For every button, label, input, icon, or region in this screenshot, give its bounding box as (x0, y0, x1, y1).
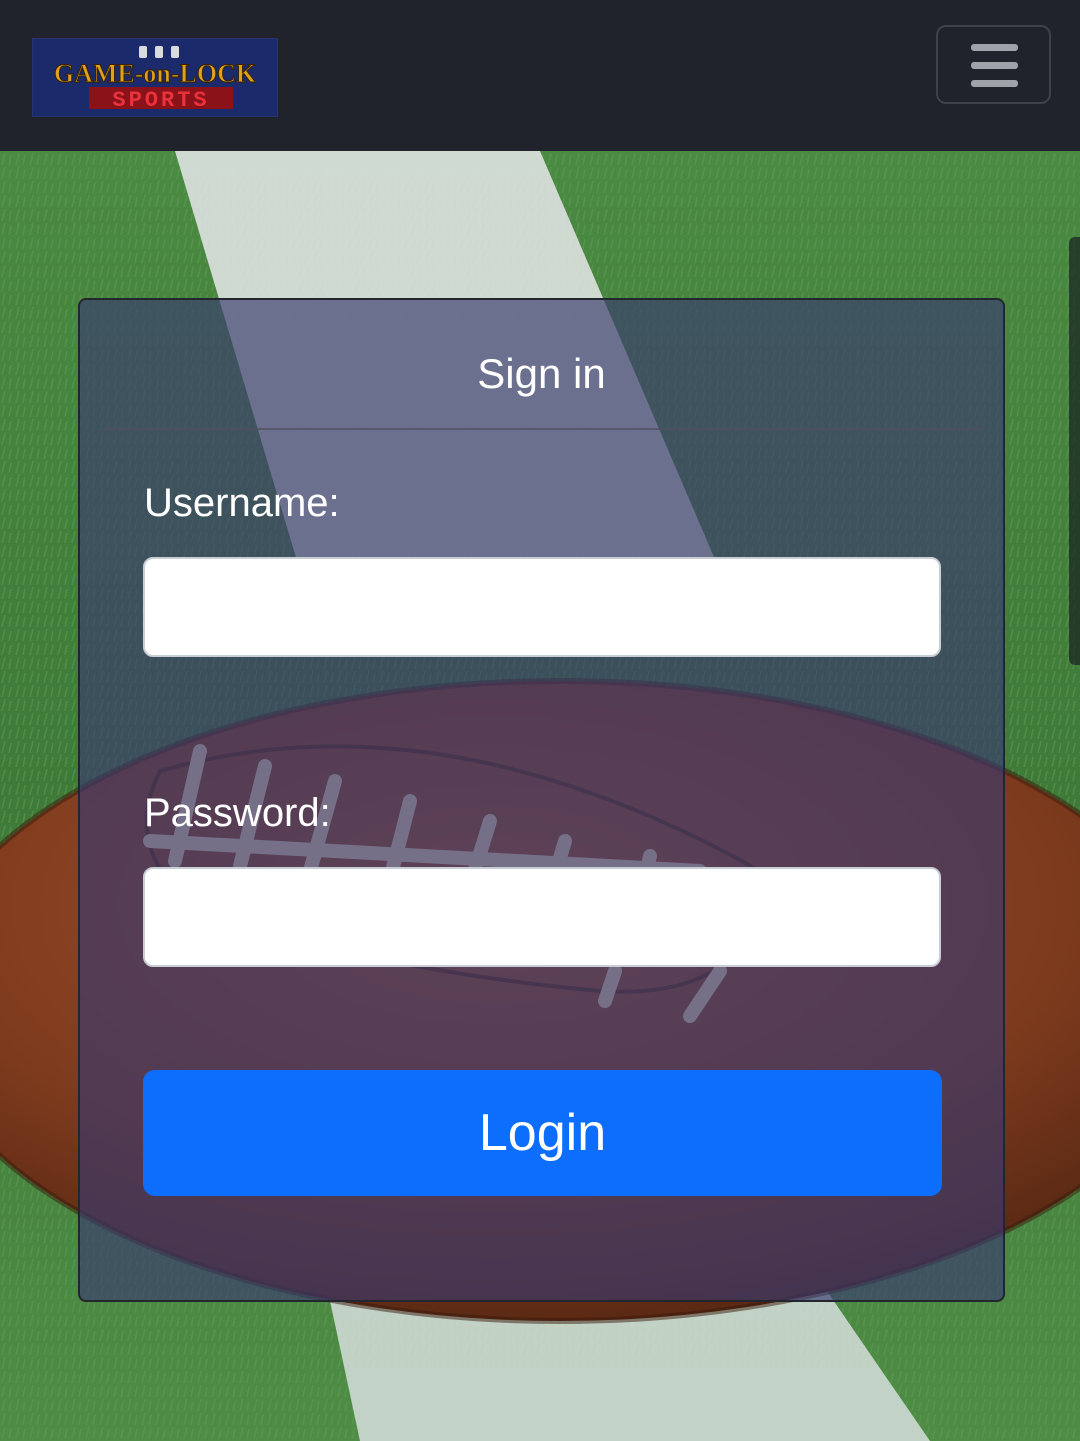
password-label: Password: (144, 791, 331, 835)
logo-line2: SPORTS (112, 88, 209, 113)
card-divider (102, 428, 983, 430)
login-page: GAME-on-LOCK SPORTS Sign in Username: Pa… (0, 0, 1080, 1441)
top-navbar: GAME-on-LOCK SPORTS (0, 0, 1080, 151)
username-input[interactable] (143, 557, 941, 657)
login-button[interactable]: Login (143, 1070, 942, 1196)
logo-line1: GAME-on-LOCK (54, 59, 257, 88)
game-on-lock-logo: GAME-on-LOCK SPORTS (53, 46, 257, 113)
padlock-icon (139, 46, 179, 58)
scrollbar[interactable] (1069, 237, 1080, 665)
signin-card: Sign in Username: Password: Login (78, 298, 1005, 1302)
hamburger-menu-button[interactable] (936, 25, 1051, 104)
username-label: Username: (144, 481, 340, 525)
brand-logo[interactable]: GAME-on-LOCK SPORTS (32, 38, 278, 117)
signin-title: Sign in (477, 350, 606, 397)
password-input[interactable] (143, 867, 941, 967)
